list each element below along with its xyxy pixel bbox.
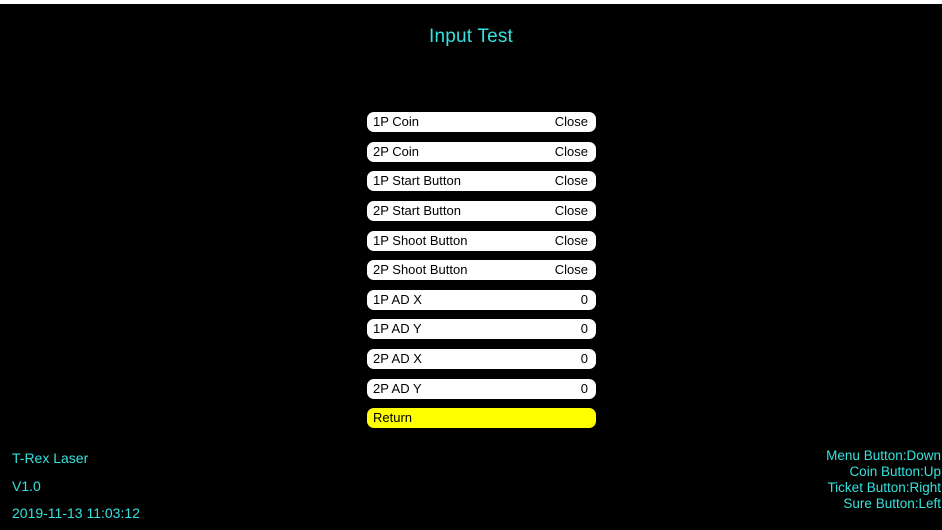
menu-item-1p-shoot-button[interactable]: 1P Shoot Button Close: [367, 230, 596, 251]
control-ticket-button: Ticket Button:Right: [827, 480, 941, 495]
control-coin-button: Coin Button:Up: [849, 464, 941, 479]
control-menu-button: Menu Button:Down: [826, 448, 941, 463]
controls-legend: Menu Button:Down Coin Button:Up Ticket B…: [826, 448, 941, 512]
menu-item-value: 0: [580, 321, 588, 337]
game-name: T-Rex Laser: [12, 450, 89, 466]
menu-item-label: 1P Shoot Button: [373, 232, 468, 248]
menu-item-label: 1P Coin: [373, 114, 420, 129]
menu-item-1p-ad-y[interactable]: 1P AD Y 0: [367, 319, 596, 340]
menu-item-2p-coin[interactable]: 2P Coin Close: [367, 141, 596, 162]
menu-item-label: 2P AD X: [373, 351, 422, 367]
menu-item-value: Close: [554, 232, 588, 248]
menu-item-value: 0: [580, 380, 588, 396]
menu-item-2p-ad-x[interactable]: 2P AD X 0: [367, 349, 596, 370]
control-sure-button: Sure Button:Left: [843, 496, 941, 511]
menu-item-2p-start-button[interactable]: 2P Start Button Close: [367, 200, 596, 221]
menu-item-label: 1P AD Y: [373, 321, 422, 337]
input-test-menu: 1P Coin Close 2P Coin Close 1P Start But…: [367, 112, 596, 438]
menu-item-label: 2P Shoot Button: [373, 262, 468, 278]
game-screen: Input Test 1P Coin Close 2P Coin Close 1…: [0, 4, 942, 530]
menu-item-value: Close: [554, 114, 588, 129]
return-button[interactable]: Return: [367, 408, 596, 429]
menu-item-value: 0: [580, 351, 588, 367]
menu-item-1p-start-button[interactable]: 1P Start Button Close: [367, 171, 596, 192]
menu-item-2p-shoot-button[interactable]: 2P Shoot Button Close: [367, 260, 596, 281]
return-label: Return: [373, 410, 413, 426]
menu-item-label: 1P AD X: [373, 291, 422, 307]
menu-item-1p-ad-x[interactable]: 1P AD X 0: [367, 289, 596, 310]
menu-item-label: 1P Start Button: [373, 173, 461, 189]
page-title: Input Test: [428, 26, 514, 47]
menu-item-value: Close: [554, 173, 588, 189]
menu-item-value: Close: [554, 143, 588, 159]
menu-item-label: 2P Coin: [373, 143, 420, 159]
version-label: V1.0: [12, 478, 41, 494]
menu-item-value: Close: [554, 262, 588, 278]
menu-item-label: 2P AD Y: [373, 380, 422, 396]
menu-item-1p-coin[interactable]: 1P Coin Close: [367, 112, 596, 132]
datetime-label: 2019-11-13 11:03:12: [12, 505, 140, 521]
menu-item-label: 2P Start Button: [373, 202, 461, 218]
menu-item-value: Close: [554, 202, 588, 218]
menu-item-2p-ad-y[interactable]: 2P AD Y 0: [367, 378, 596, 399]
menu-item-value: 0: [580, 291, 588, 307]
